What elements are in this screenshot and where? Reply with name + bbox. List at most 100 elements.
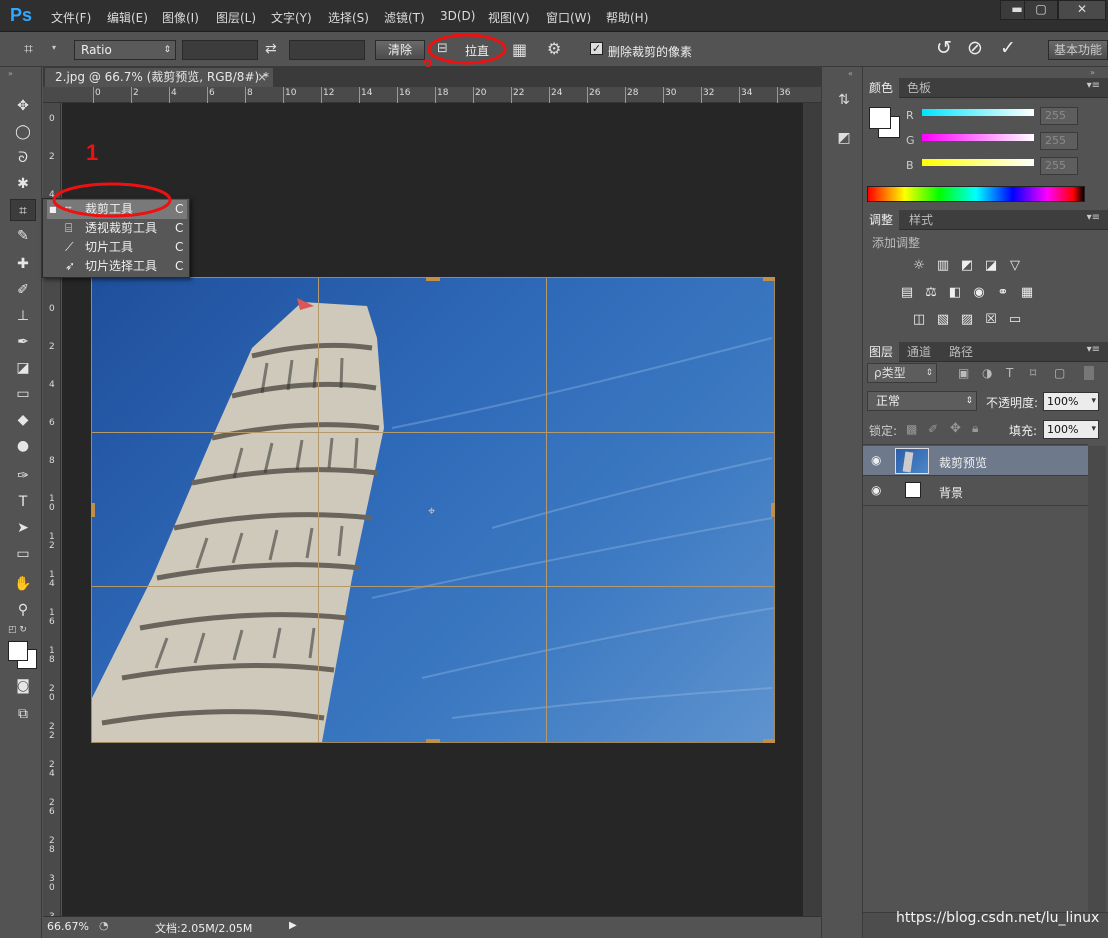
filter-pixel-icon[interactable]: ▣: [958, 366, 969, 380]
cancel-icon[interactable]: ⊘: [967, 37, 983, 59]
stamp-icon[interactable]: ⊥: [10, 305, 36, 327]
opacity-input[interactable]: 100% ▾: [1043, 392, 1099, 411]
default-colors-icon[interactable]: ◰ ↻: [8, 625, 27, 635]
channel-b-value[interactable]: 255: [1040, 157, 1078, 175]
layer-row-crop-preview[interactable]: ◉ 裁剪预览: [863, 446, 1088, 476]
close-tab-icon[interactable]: ×: [257, 68, 267, 86]
channel-r-slider[interactable]: [922, 109, 1034, 116]
tab-color[interactable]: 颜色: [863, 78, 900, 98]
vertical-scrollbar[interactable]: [803, 103, 821, 916]
pen-icon[interactable]: ✑: [10, 465, 36, 487]
tab-channels[interactable]: 通道: [901, 342, 937, 362]
maximize-button[interactable]: ▢: [1024, 0, 1058, 20]
brush-icon[interactable]: ✐: [10, 279, 36, 301]
workspace-button[interactable]: 基本功能: [1048, 40, 1108, 60]
panel-menu-icon[interactable]: ▾≡: [1087, 344, 1100, 355]
history-panel-icon[interactable]: ⇅: [832, 92, 856, 114]
panel-menu-icon[interactable]: ▾≡: [1087, 212, 1100, 223]
tab-paths[interactable]: 路径: [943, 342, 979, 362]
flyout-item-slice-select[interactable]: ➶ 切片选择工具 C: [47, 257, 187, 276]
status-icon[interactable]: ◔: [99, 919, 109, 932]
filter-adjustment-icon[interactable]: ◑: [982, 366, 992, 380]
channel-b-slider[interactable]: [922, 159, 1034, 166]
crop-handle-top[interactable]: [426, 277, 440, 281]
fill-input[interactable]: 100% ▾: [1043, 420, 1099, 439]
lock-position-icon[interactable]: ✥: [950, 421, 961, 436]
menu-view[interactable]: 视图(V): [488, 9, 530, 26]
filter-type-icon[interactable]: T: [1006, 366, 1013, 380]
grid-overlay-icon[interactable]: ▦: [512, 40, 527, 59]
eyedropper-icon[interactable]: ✎: [10, 225, 36, 247]
invert-icon[interactable]: ◫: [910, 313, 928, 327]
gradient-map-icon[interactable]: ▭: [1006, 313, 1024, 327]
blur-icon[interactable]: ◆: [10, 409, 36, 431]
healing-brush-icon[interactable]: ✚: [10, 253, 36, 275]
threshold-icon[interactable]: ▨: [958, 313, 976, 327]
tab-adjustments[interactable]: 调整: [863, 210, 900, 230]
crop-tool-button[interactable]: ⌗: [10, 199, 36, 221]
collapse-left-icon[interactable]: «: [848, 69, 853, 78]
channel-g-slider[interactable]: [922, 134, 1034, 141]
screen-mode-icon[interactable]: ⧉: [10, 703, 36, 725]
lock-pixels-icon[interactable]: ✐: [928, 422, 938, 436]
menu-image[interactable]: 图像(I): [162, 9, 199, 26]
zoom-level[interactable]: 66.67%: [47, 920, 89, 933]
flyout-item-slice[interactable]: ⟋ 切片工具 C: [47, 238, 187, 257]
filter-shape-icon[interactable]: ⌑: [1030, 366, 1036, 380]
document-tab[interactable]: 2.jpg @ 66.7% (裁剪预览, RGB/8#) * ×: [45, 68, 273, 87]
crop-handle-right[interactable]: [771, 503, 775, 517]
exposure-icon[interactable]: ◪: [982, 259, 1000, 273]
crop-tool-icon[interactable]: ⌗: [24, 39, 33, 59]
commit-icon[interactable]: ✓: [1000, 37, 1016, 59]
menu-help[interactable]: 帮助(H): [606, 9, 648, 26]
tool-preset-arrow-icon[interactable]: ▾: [52, 43, 56, 52]
ratio-select[interactable]: Ratio ⇕: [74, 40, 176, 60]
levels-icon[interactable]: ▥: [934, 259, 952, 273]
blend-mode-select[interactable]: 正常 ⇕: [867, 391, 977, 411]
dropdown-arrow-icon[interactable]: ▾: [1091, 393, 1096, 410]
gear-icon[interactable]: ⚙: [547, 39, 561, 58]
history-brush-icon[interactable]: ✒: [10, 331, 36, 353]
photo-filter-icon[interactable]: ◉: [970, 286, 988, 300]
menu-filter[interactable]: 滤镜(T): [384, 9, 425, 26]
filter-smart-icon[interactable]: ▢: [1054, 366, 1065, 380]
menu-type[interactable]: 文字(Y): [271, 9, 312, 26]
lock-all-icon[interactable]: 🔒︎: [972, 421, 978, 436]
foreground-color-swatch[interactable]: [8, 641, 28, 661]
curves-icon[interactable]: ◩: [958, 259, 976, 273]
menu-file[interactable]: 文件(F): [51, 9, 91, 26]
tab-swatches[interactable]: 色板: [901, 78, 937, 98]
selective-color-icon[interactable]: ☒: [982, 313, 1000, 327]
ratio-height-input[interactable]: [289, 40, 365, 60]
lasso-tool-icon[interactable]: ᘐ: [10, 147, 36, 169]
menu-layer[interactable]: 图层(L): [216, 9, 256, 26]
color-lookup-icon[interactable]: ▦: [1018, 286, 1036, 300]
menu-select[interactable]: 选择(S): [328, 9, 369, 26]
crop-handle-top-right[interactable]: [763, 277, 775, 281]
color-balance-icon[interactable]: ⚖: [922, 286, 940, 300]
hand-tool-icon[interactable]: ✋: [10, 573, 36, 595]
color-fg-swatch[interactable]: [869, 107, 891, 129]
ratio-width-input[interactable]: [182, 40, 258, 60]
hue-saturation-icon[interactable]: ▤: [898, 286, 916, 300]
crop-handle-bottom-right[interactable]: [763, 739, 775, 743]
close-window-button[interactable]: ✕: [1058, 0, 1106, 20]
properties-panel-icon[interactable]: ◩: [832, 130, 856, 152]
tab-layers[interactable]: 图层: [863, 342, 900, 362]
magic-wand-icon[interactable]: ✱: [10, 173, 36, 195]
channel-r-value[interactable]: 255: [1040, 107, 1078, 125]
panel-menu-icon[interactable]: ▾≡: [1087, 80, 1100, 91]
dropdown-arrow-icon[interactable]: ▾: [1091, 421, 1096, 438]
delete-cropped-checkbox[interactable]: ✓: [590, 42, 603, 55]
clear-button[interactable]: 清除: [375, 40, 425, 60]
gradient-icon[interactable]: ▭: [10, 383, 36, 405]
menu-window[interactable]: 窗口(W): [546, 9, 591, 26]
zoom-tool-icon[interactable]: ⚲: [10, 599, 36, 621]
status-menu-arrow-icon[interactable]: ▶: [289, 920, 297, 931]
eraser-icon[interactable]: ◪: [10, 357, 36, 379]
filter-toggle[interactable]: [1084, 366, 1094, 380]
channel-g-value[interactable]: 255: [1040, 132, 1078, 150]
quick-mask-icon[interactable]: ◙: [10, 675, 36, 697]
vibrance-icon[interactable]: ▽: [1006, 259, 1024, 273]
crop-handle-left[interactable]: [91, 503, 95, 517]
